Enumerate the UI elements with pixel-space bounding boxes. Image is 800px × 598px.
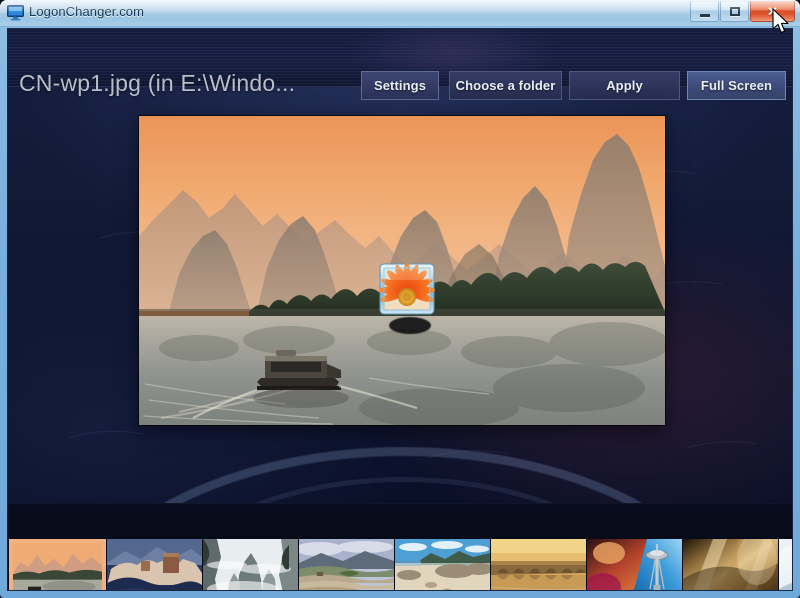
choose-folder-button[interactable]: Choose a folder bbox=[449, 71, 562, 100]
close-button[interactable]: ✕ bbox=[750, 1, 795, 22]
thumbnail-item[interactable] bbox=[779, 539, 792, 590]
thumbnail-strip[interactable] bbox=[8, 503, 792, 590]
maximize-button[interactable] bbox=[720, 1, 749, 22]
maximize-icon bbox=[729, 7, 740, 16]
client-area: CN-wp1.jpg (in E:\Windo... Settings Choo… bbox=[7, 28, 793, 591]
minimize-button[interactable] bbox=[690, 1, 719, 22]
current-file-label: CN-wp1.jpg (in E:\Windo... bbox=[19, 70, 296, 96]
thumbnail-item[interactable] bbox=[395, 539, 490, 590]
thumbnail-item[interactable] bbox=[299, 539, 394, 590]
thumbnail-item[interactable] bbox=[9, 539, 106, 590]
full-screen-button[interactable]: Full Screen bbox=[687, 71, 786, 100]
thumbnail-item[interactable] bbox=[683, 539, 778, 590]
window-title: LogonChanger.com bbox=[29, 4, 145, 19]
title-bar[interactable]: LogonChanger.com ✕ bbox=[0, 0, 800, 27]
caption-button-group: ✕ bbox=[690, 1, 795, 22]
apply-button[interactable]: Apply bbox=[569, 71, 680, 100]
application-window: LogonChanger.com ✕ CN-wp1.jpg (in E:\Win… bbox=[0, 0, 800, 598]
thumbnail-item[interactable] bbox=[491, 539, 586, 590]
photo-thumbnail-drag-icon[interactable] bbox=[379, 263, 435, 315]
minimize-icon bbox=[699, 13, 710, 17]
settings-button[interactable]: Settings bbox=[361, 71, 439, 100]
close-icon: ✕ bbox=[767, 4, 778, 19]
thumbnail-item[interactable] bbox=[203, 539, 298, 590]
thumbnail-item[interactable] bbox=[587, 539, 682, 590]
monitor-icon bbox=[7, 5, 24, 21]
thumbnail-list bbox=[9, 539, 792, 590]
drag-icon-shadow bbox=[389, 317, 431, 334]
thumbnail-item[interactable] bbox=[107, 539, 202, 590]
